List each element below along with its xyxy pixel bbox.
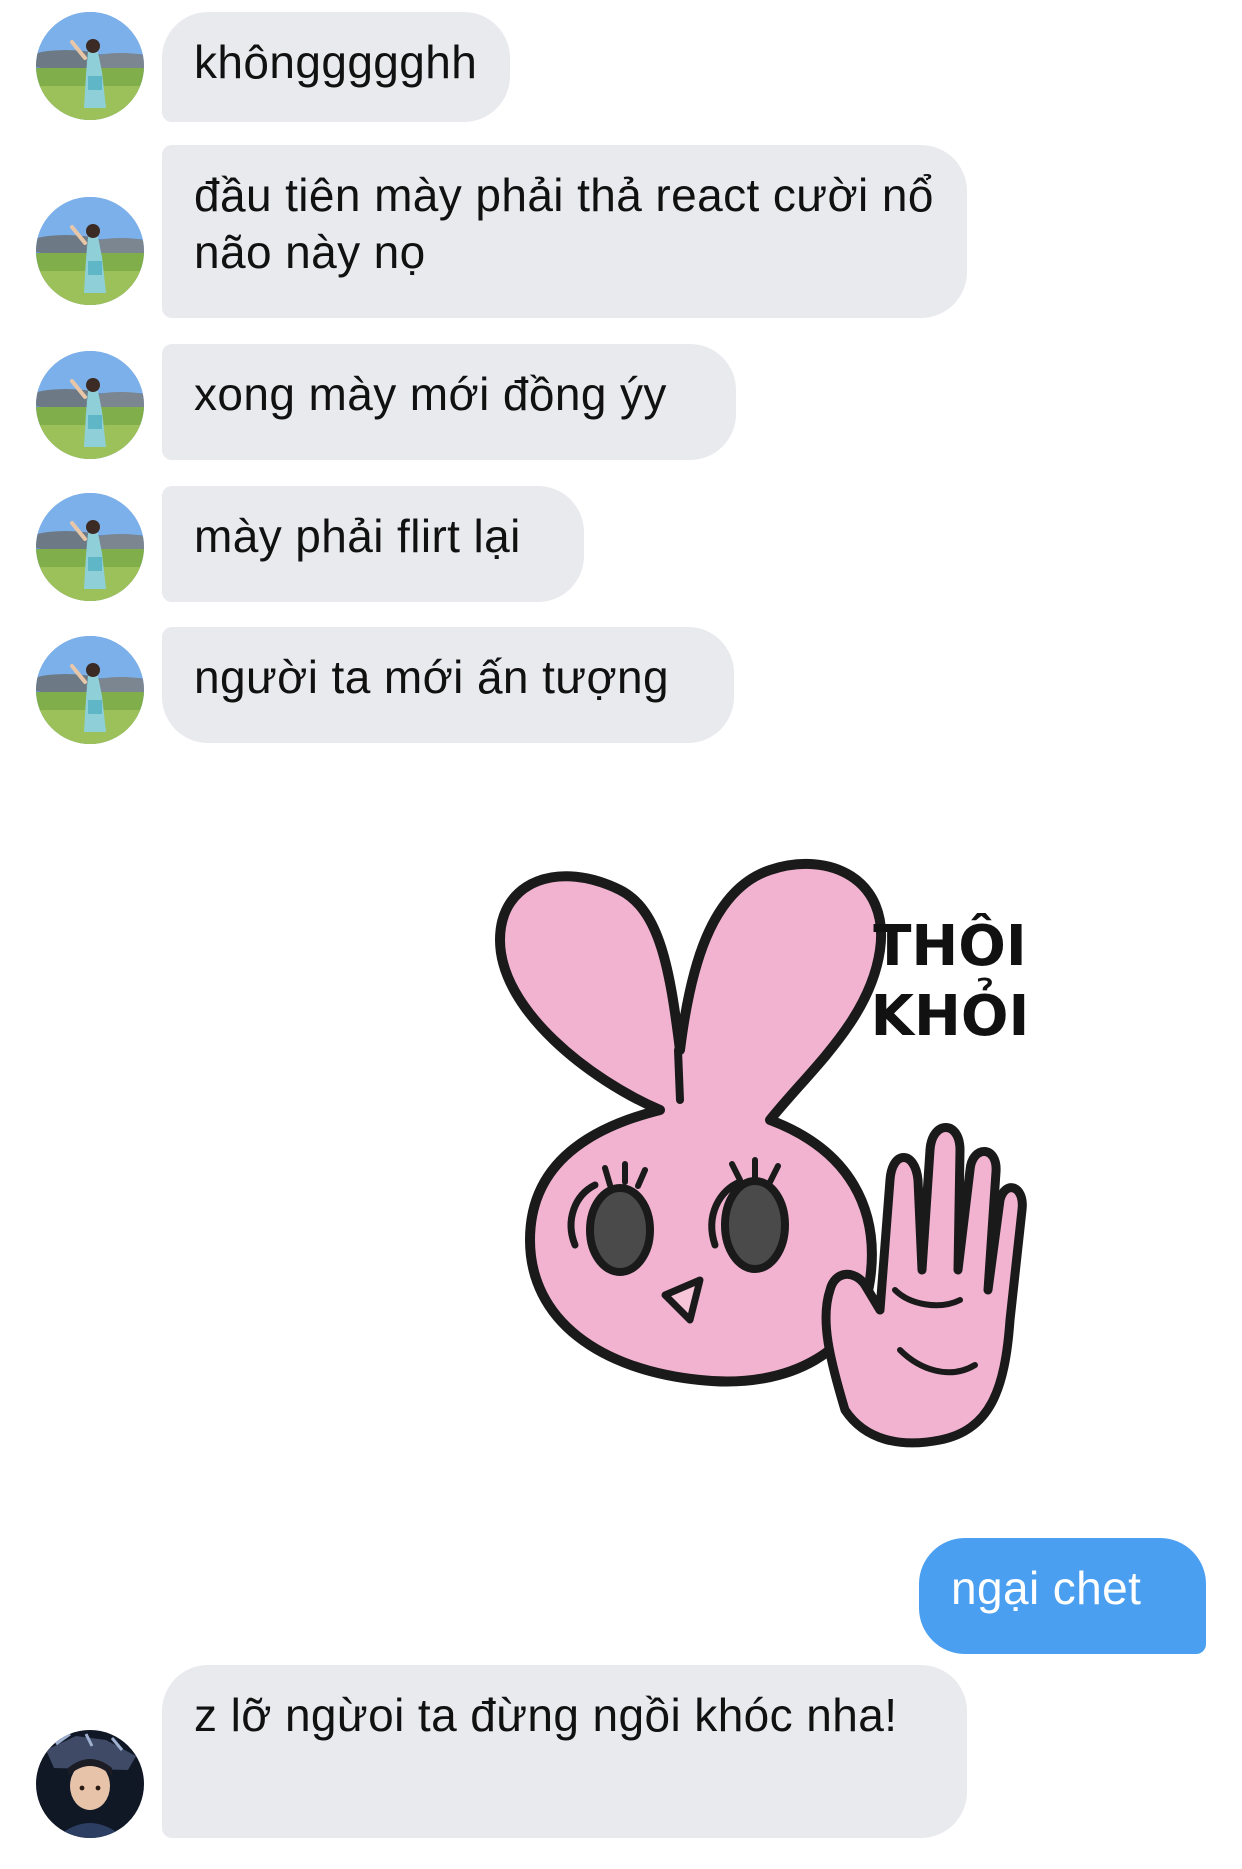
avatar[interactable] xyxy=(36,1730,144,1838)
pink-bunny-stop-hand-sticker: THÔI KHỎI xyxy=(495,858,1030,1448)
incoming-message-bubble[interactable]: đầu tiên mày phải thả react cười nổ não … xyxy=(162,145,967,318)
stop-hand xyxy=(821,1123,1027,1448)
avatar[interactable] xyxy=(36,12,144,120)
sticker-caption-line-1: THÔI xyxy=(873,914,1027,979)
sticker-caption-line-2: KHỎI xyxy=(871,979,1030,1049)
incoming-message-bubble[interactable]: mày phải flirt lại xyxy=(162,486,584,602)
incoming-message-bubble[interactable]: khônggggghh xyxy=(162,12,510,122)
incoming-message-bubble[interactable]: z lỡ ngừoi ta đừng ngồi khóc nha! xyxy=(162,1665,967,1838)
landscape-avatar-icon xyxy=(36,197,144,305)
landscape-avatar-icon xyxy=(36,351,144,459)
incoming-message-bubble[interactable]: người ta mới ấn tượng xyxy=(162,627,734,743)
avatar[interactable] xyxy=(36,493,144,601)
avatar[interactable] xyxy=(36,636,144,744)
outgoing-message-bubble[interactable]: ngại chet xyxy=(919,1538,1206,1654)
dark-portrait-avatar-icon xyxy=(36,1730,144,1838)
landscape-avatar-icon xyxy=(36,12,144,120)
avatar[interactable] xyxy=(36,197,144,305)
sticker-message[interactable]: THÔI KHỎI xyxy=(470,850,1090,1490)
incoming-message-bubble[interactable]: xong mày mới đồng ýy xyxy=(162,344,736,460)
landscape-avatar-icon xyxy=(36,636,144,744)
avatar[interactable] xyxy=(36,351,144,459)
landscape-avatar-icon xyxy=(36,493,144,601)
